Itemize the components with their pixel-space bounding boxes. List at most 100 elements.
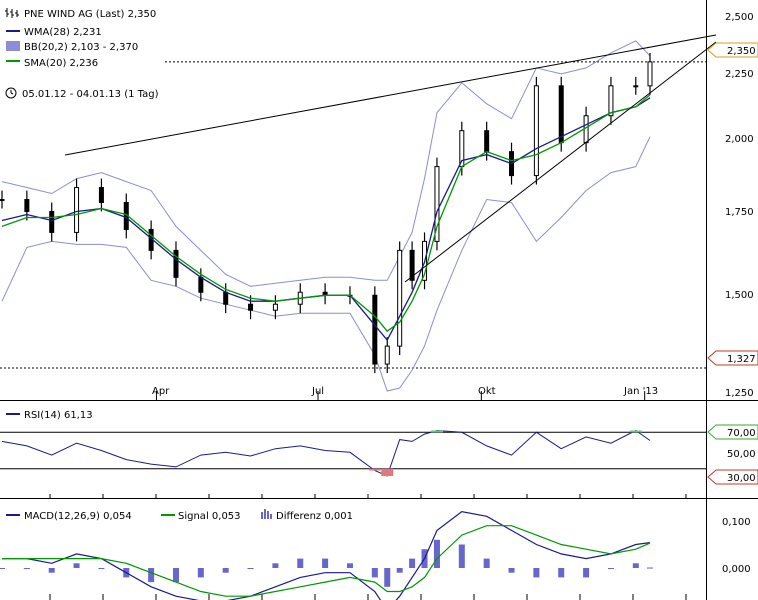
rsi-plot	[0, 429, 706, 477]
rsi-overbought	[430, 430, 443, 433]
macd-hist-bar	[396, 568, 403, 573]
wma-swatch	[6, 30, 20, 32]
macd-label: MACD(12,26,9) 0,054	[24, 511, 132, 522]
price-body	[633, 85, 639, 88]
rsi-overbought	[629, 430, 642, 433]
price-tick-1250: 1,250	[725, 388, 754, 399]
rsi-oversold	[381, 468, 394, 476]
price-body	[372, 294, 378, 365]
price-body	[484, 130, 490, 153]
wma-line	[1, 97, 651, 342]
price-body	[533, 85, 539, 177]
macd-hist-bar	[73, 563, 80, 568]
legend-title: PNE WIND AG (Last) 2,350	[24, 9, 156, 20]
month-label-apr: Apr	[152, 386, 170, 397]
rsi-label: RSI(14) 61,13	[24, 410, 93, 421]
macd-hist-bar	[433, 539, 440, 568]
rsi-level-30: 30,00	[727, 473, 756, 484]
price-tick-1750: 1,750	[725, 207, 754, 218]
macd-hist-bar	[583, 568, 590, 578]
macd-hist-bar	[483, 558, 490, 568]
legend-bb: BB(20,2) 2,103 - 2,370	[24, 42, 138, 53]
macd-hist-bar	[247, 568, 254, 569]
price-body	[24, 199, 30, 212]
macd-legend: MACD(12,26,9) 0,054 Signal 0,053 Differe…	[6, 509, 353, 522]
price-bars	[0, 52, 653, 374]
macd-hist-bar	[458, 544, 465, 568]
price-tick-2250: 2,250	[725, 69, 754, 80]
last-price-label: 2,350	[727, 46, 756, 57]
macd-hist-bar	[508, 568, 515, 573]
price-body	[248, 303, 254, 311]
price-body	[49, 210, 55, 233]
upper-trendline	[64, 34, 717, 156]
lower-trendline	[404, 41, 717, 283]
price-body	[98, 187, 104, 204]
price-body	[272, 303, 278, 311]
bb-swatch	[6, 41, 20, 51]
rsi-legend: RSI(14) 61,13	[6, 410, 93, 421]
bb-lower-line	[1, 136, 651, 392]
rsi-level-50: 50,00	[727, 449, 756, 460]
moving-averages	[1, 94, 651, 342]
price-body	[0, 199, 5, 202]
legend-period: 05.01.12 - 04.01.13 (1 Tag)	[22, 89, 159, 100]
month-label-jan: Jan '13	[623, 386, 658, 397]
macd-hist-bar	[647, 567, 653, 569]
macd-hist-bar	[632, 563, 639, 568]
macd-hist-bar	[272, 563, 279, 568]
rsi-oversold	[368, 468, 381, 471]
legend: PNE WIND AG (Last) 2,350 WMA(28) 2,231 B…	[5, 8, 159, 100]
macd-hist-bar	[98, 568, 105, 569]
macd-tick-0100: 0,100	[722, 517, 751, 528]
stock-chart: PNE WIND AG (Last) 2,350 WMA(28) 2,231 B…	[0, 0, 758, 600]
price-axis: 2,500 2,250 2,000 1,750 1,500 1,250	[725, 12, 754, 399]
low-price-marker: 1,327	[707, 350, 758, 366]
rsi-swatch	[6, 413, 20, 415]
macd-hist-bar	[409, 558, 416, 568]
histogram-icon	[261, 509, 272, 519]
price-body	[647, 61, 653, 87]
macd-hist-bar	[222, 568, 229, 573]
macd-axis: 0,100 0,000	[722, 517, 751, 575]
macd-hist-bar	[558, 568, 565, 578]
low-price-label: 1,327	[727, 354, 756, 365]
bb-upper-line	[1, 40, 651, 287]
rsi-level-70: 70,00	[727, 428, 756, 439]
price-tick-2000: 2,000	[725, 134, 754, 145]
price-body	[397, 249, 403, 347]
macd-hist-bar	[607, 568, 614, 569]
macd-swatch	[6, 514, 20, 516]
month-label-jul: Jul	[311, 386, 324, 397]
chart-type-icon	[5, 8, 19, 18]
signal-label: Signal 0,053	[178, 511, 241, 522]
macd-hist-bar	[346, 563, 353, 568]
macd-hist-bar	[371, 568, 378, 578]
macd-hist-bar	[172, 568, 179, 583]
time-axis: Apr Jul Okt Jan '13	[152, 386, 658, 397]
price-body	[384, 345, 390, 365]
macd-hist-bar	[48, 568, 55, 573]
price-tick-1500: 1,500	[725, 290, 754, 301]
month-label-okt: Okt	[478, 386, 496, 397]
signal-swatch	[161, 514, 175, 516]
price-tick-2500: 2,500	[725, 12, 754, 23]
hist-label: Differenz 0,001	[276, 511, 353, 522]
macd-hist-bar	[148, 568, 155, 583]
macd-line	[2, 510, 651, 600]
price-body	[608, 85, 614, 117]
last-price-marker: 2,350	[707, 42, 758, 58]
price-body	[198, 276, 204, 293]
macd-plot	[0, 510, 653, 600]
macd-hist-bar	[322, 558, 329, 568]
legend-sma: SMA(20) 2,236	[24, 58, 98, 69]
macd-hist-bar	[384, 568, 391, 587]
price-body	[74, 187, 80, 233]
macd-tick-0000: 0,000	[722, 564, 751, 575]
macd-hist-bar	[297, 558, 304, 568]
price-body	[223, 291, 229, 305]
sma-swatch	[6, 60, 20, 62]
clock-icon	[5, 87, 17, 99]
macd-hist-bar	[197, 568, 204, 578]
legend-wma: WMA(28) 2,231	[24, 27, 102, 38]
